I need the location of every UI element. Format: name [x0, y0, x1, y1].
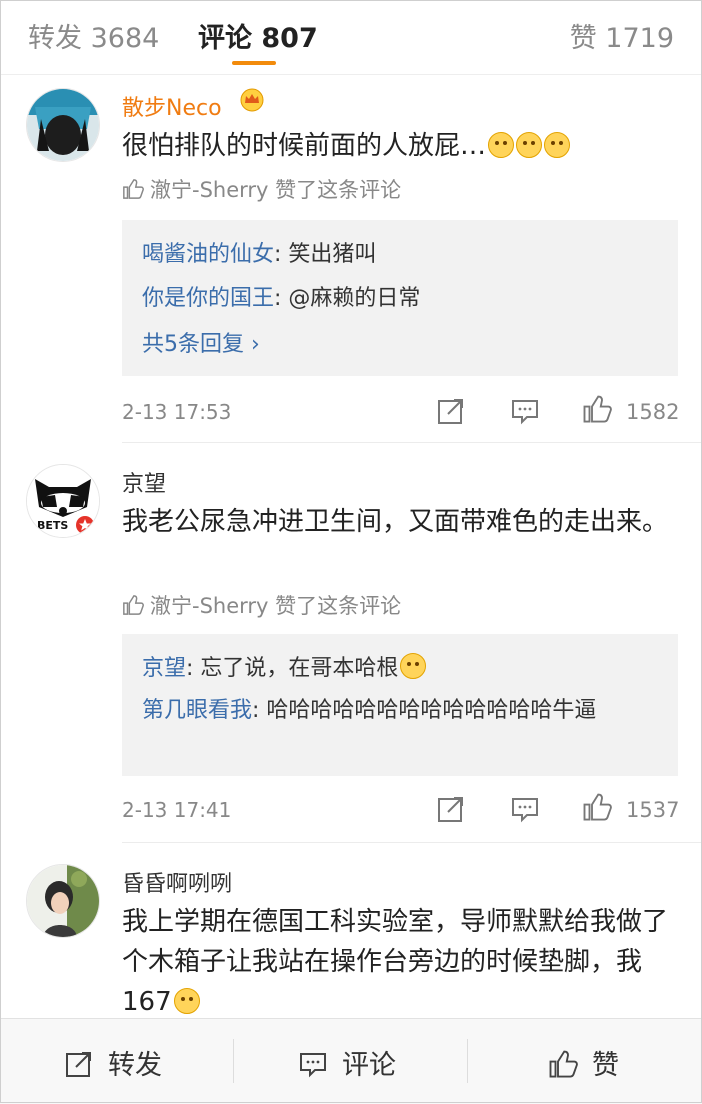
avatar-image — [27, 89, 99, 161]
comment-icon[interactable] — [510, 396, 540, 426]
more-replies-link[interactable]: 共5条回复 › — [142, 326, 260, 358]
comment-text: 我上学期在德国工科实验室，导师默默给我做了个木箱子让我站在操作台旁边的时候垫脚，… — [122, 907, 669, 1017]
bottom-repost-button[interactable]: 转发 — [64, 1043, 162, 1082]
svg-text:BETS: BETS — [37, 519, 68, 532]
like-icon — [549, 1050, 578, 1078]
tab-like[interactable]: 赞 1719 — [570, 16, 674, 55]
avatar-image — [27, 865, 99, 937]
bottom-action-bar: 转发 评论 赞 — [0, 1018, 702, 1104]
vip-crown-icon — [240, 88, 264, 112]
repost-icon — [66, 1052, 91, 1077]
active-tab-indicator — [232, 61, 276, 65]
liked-by-note: 澈宁-Sherry 赞了这条评论 — [122, 590, 401, 620]
like-icon[interactable] — [582, 792, 612, 822]
divider — [122, 842, 702, 843]
reply-item[interactable]: 京望: 忘了说，在哥本哈根 — [142, 650, 642, 688]
divider — [467, 1039, 468, 1083]
reply-item[interactable]: 第几眼看我: 哈哈哈哈哈哈哈哈哈哈哈哈哈牛逼 — [142, 692, 642, 730]
tab-bar: 转发 3684 评论 807 赞 1719 — [0, 0, 702, 75]
reply-box: 京望: 忘了说，在哥本哈根 第几眼看我: 哈哈哈哈哈哈哈哈哈哈哈哈哈牛逼 — [122, 634, 678, 776]
emoji-icon — [544, 132, 571, 158]
tab-repost[interactable]: 转发 3684 — [28, 16, 159, 55]
bottom-comment-button[interactable]: 评论 — [298, 1043, 396, 1082]
reply-username[interactable]: 第几眼看我 — [142, 698, 252, 723]
avatar[interactable]: BETS — [26, 464, 100, 538]
reply-username[interactable]: 你是你的国王 — [142, 286, 274, 311]
comment-item: 散步Neco 很怕排队的时候前面的人放屁… 澈宁-Sherry 赞了这条评论 喝… — [0, 74, 702, 444]
emoji-icon — [173, 988, 200, 1014]
avatar[interactable] — [26, 88, 100, 162]
reply-username[interactable]: 京望 — [142, 656, 186, 681]
emoji-icon — [488, 132, 515, 158]
like-count: 1537 — [626, 798, 680, 822]
reply-box: 喝酱油的仙女: 笑出猪叫 你是你的国王: @麻赖的日常 共5条回复 › — [122, 220, 678, 376]
comment-item: 昏昏啊咧咧 我上学期在德国工科实验室，导师默默给我做了个木箱子让我站在操作台旁边… — [0, 844, 702, 1018]
comment-username[interactable]: 散步Neco — [122, 90, 222, 122]
comment-text: 我老公尿急冲进卫生间，又面带难色的走出来。 — [122, 507, 669, 537]
thumb-up-icon — [123, 179, 144, 199]
divider — [233, 1039, 234, 1083]
comment-icon[interactable] — [510, 794, 540, 824]
repost-icon[interactable] — [436, 396, 466, 426]
reply-username[interactable]: 喝酱油的仙女 — [142, 242, 274, 267]
like-icon[interactable] — [582, 394, 612, 424]
reply-item[interactable]: 你是你的国王: @麻赖的日常 — [142, 280, 642, 318]
comment-item: BETS 京望 我老公尿急冲进卫生间，又面带难色的走出来。 澈宁-Sherry … — [0, 444, 702, 844]
bottom-like-button[interactable]: 赞 — [548, 1043, 619, 1082]
avatar-image: BETS — [27, 465, 99, 537]
liked-by-note: 澈宁-Sherry 赞了这条评论 — [122, 174, 401, 204]
repost-icon[interactable] — [436, 794, 466, 824]
comment-username[interactable]: 昏昏啊咧咧 — [122, 866, 232, 898]
like-count: 1582 — [626, 400, 680, 424]
avatar[interactable] — [26, 864, 100, 938]
comment-text: 很怕排队的时候前面的人放屁… — [122, 126, 682, 166]
emoji-icon — [400, 653, 427, 679]
emoji-icon — [516, 132, 543, 158]
reply-item[interactable]: 喝酱油的仙女: 笑出猪叫 — [142, 236, 642, 274]
comment-username[interactable]: 京望 — [122, 466, 166, 498]
comment-icon — [300, 1053, 326, 1078]
thumb-up-icon — [123, 595, 144, 615]
comment-timestamp: 2-13 17:41 — [122, 798, 232, 822]
comment-timestamp: 2-13 17:53 — [122, 400, 232, 424]
divider — [122, 442, 702, 443]
